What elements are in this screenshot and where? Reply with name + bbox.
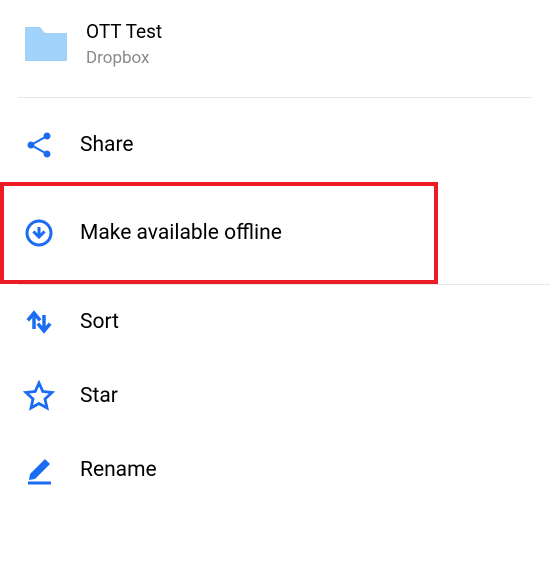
star-icon [22,379,56,413]
folder-icon [22,20,70,68]
sort-icon [22,305,56,339]
star-button[interactable]: Star [0,359,550,433]
menu-label: Sort [80,310,119,334]
file-location: Dropbox [86,47,162,69]
share-icon [22,128,56,162]
make-offline-button[interactable]: Make available offline [4,186,434,280]
menu-label: Rename [80,458,157,482]
sort-button[interactable]: Sort [0,285,550,359]
menu-label: Make available offline [80,221,282,245]
download-circle-icon [22,216,56,250]
rename-button[interactable]: Rename [0,433,550,507]
header-text: OTT Test Dropbox [86,20,162,69]
highlight-box: Make available offline [0,182,438,284]
menu-label: Star [80,384,118,408]
file-header: OTT Test Dropbox [0,0,550,97]
menu-label: Share [80,133,134,157]
file-title: OTT Test [86,20,162,45]
context-menu: Share Make available offline Sort [0,98,550,507]
share-button[interactable]: Share [0,108,550,182]
pencil-icon [22,453,56,487]
